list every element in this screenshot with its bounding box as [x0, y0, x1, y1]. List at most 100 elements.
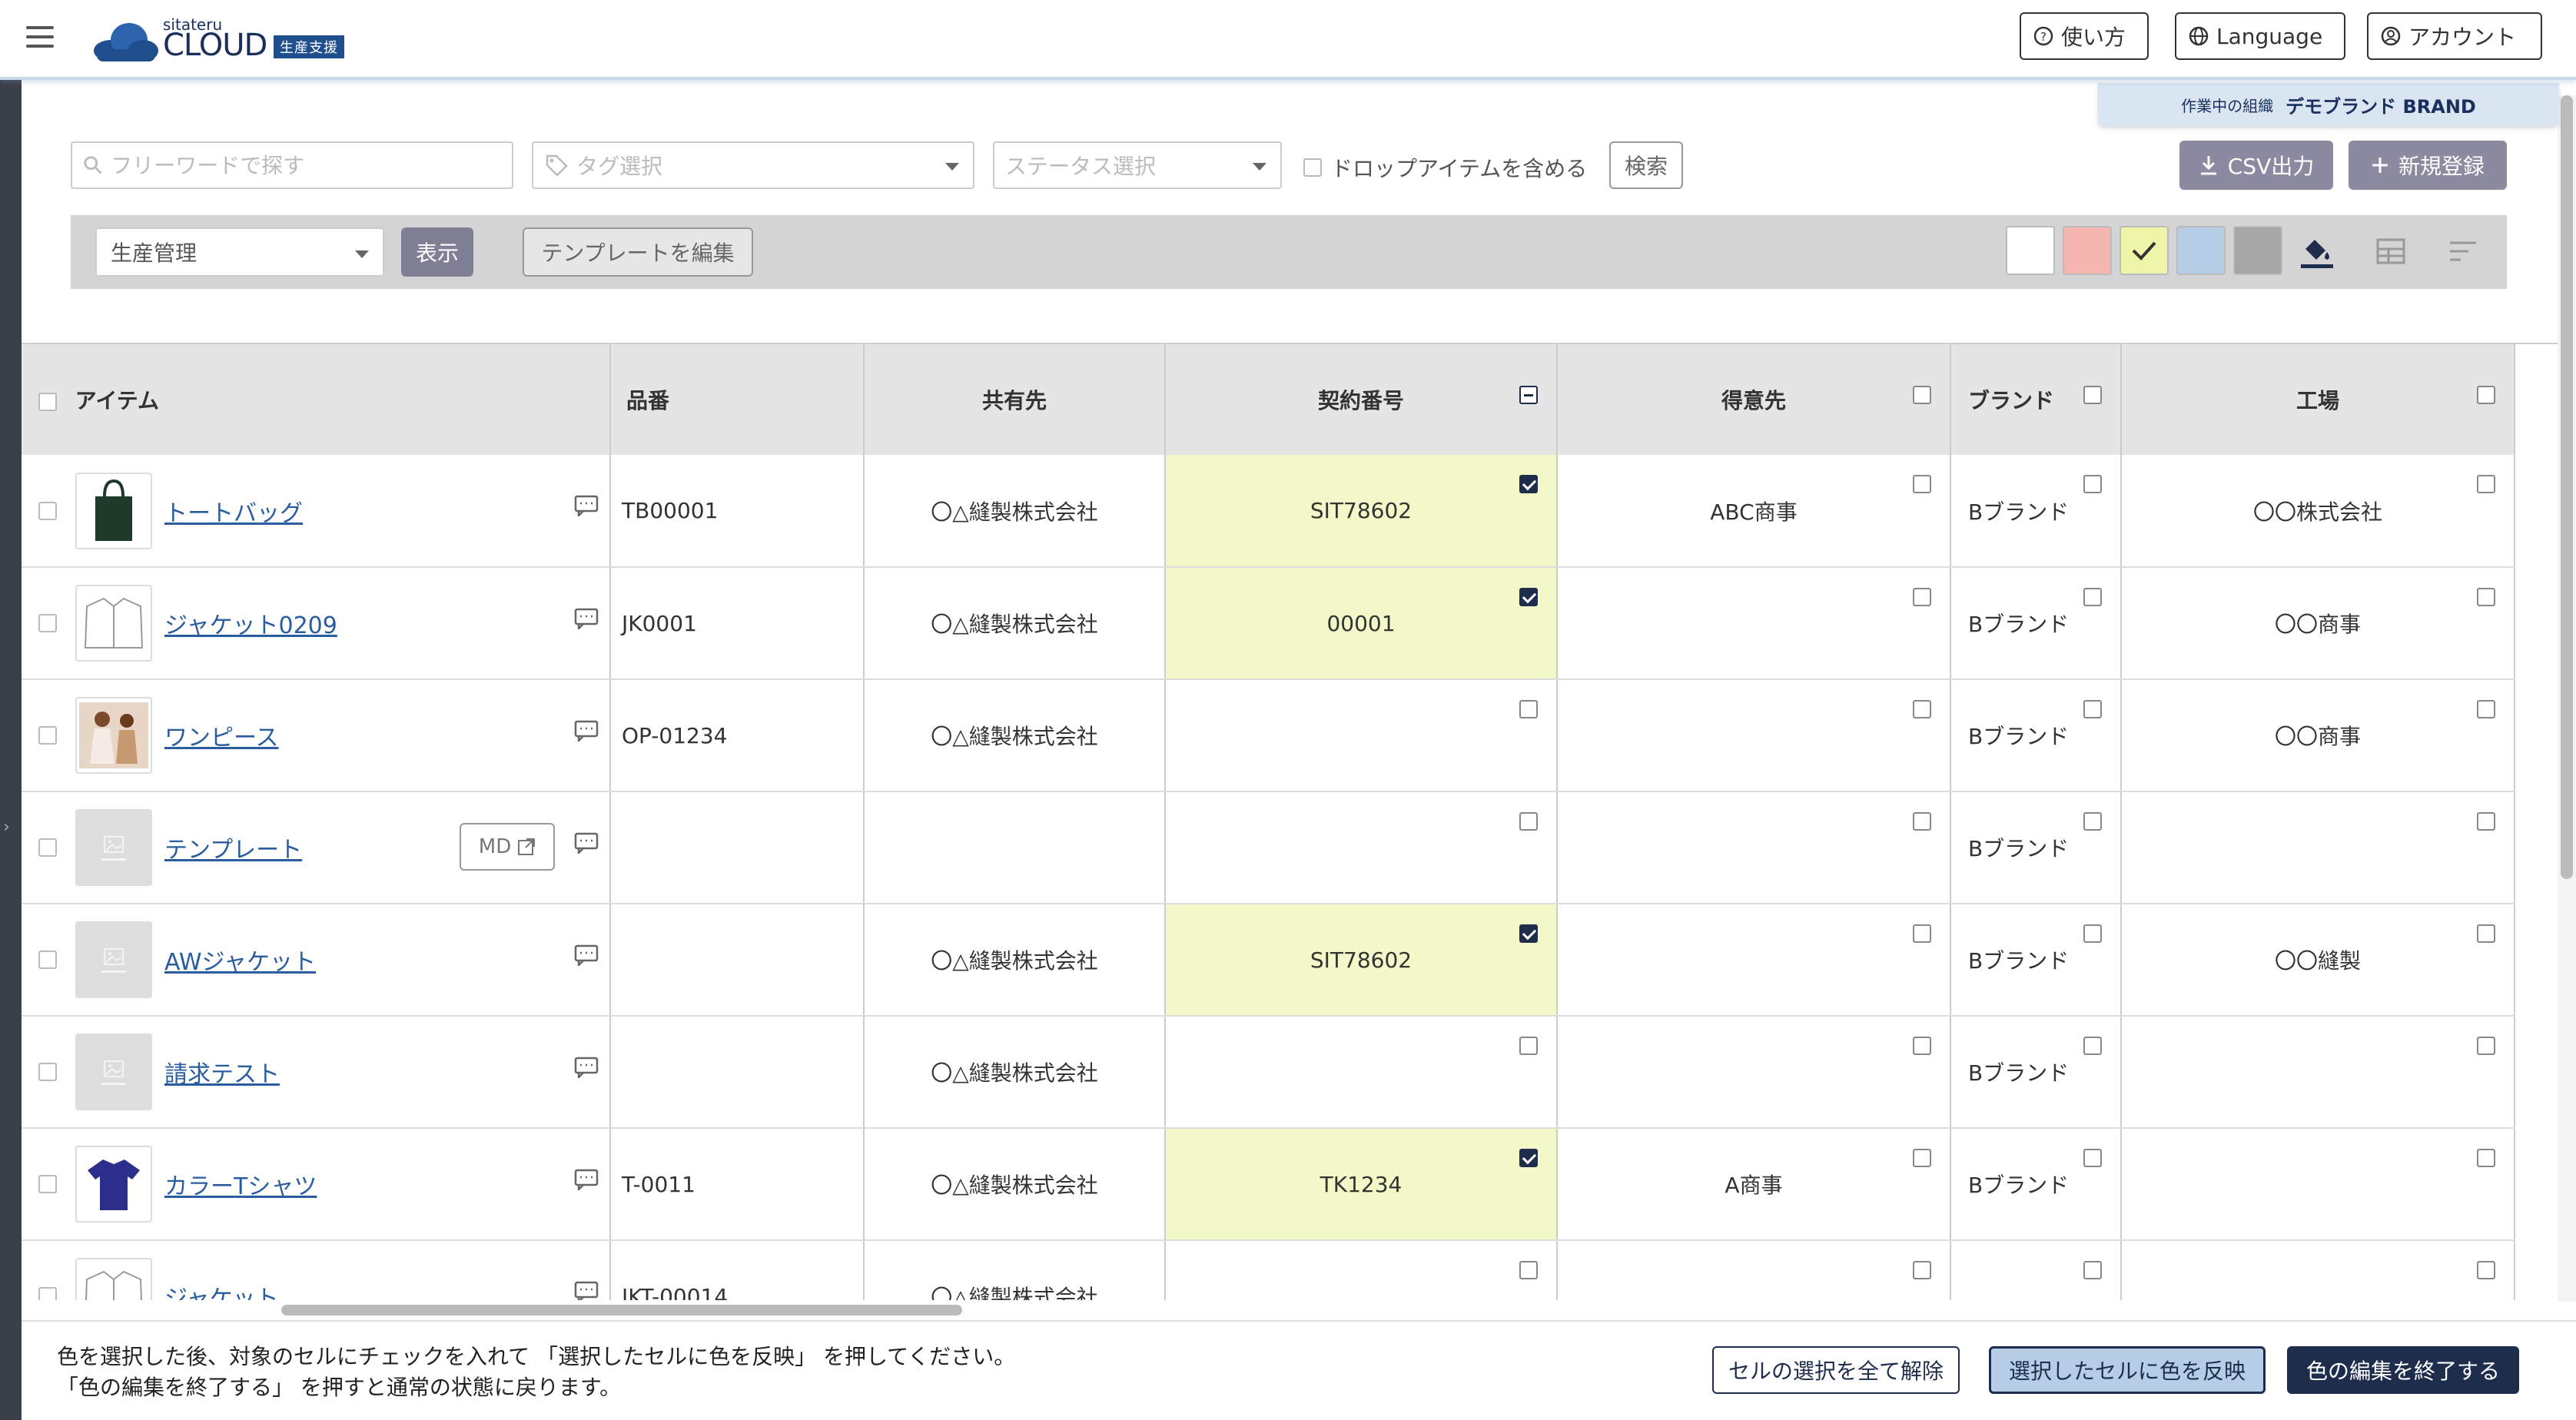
customer-cell[interactable]: ABC商事 — [1557, 455, 1951, 568]
row-select-checkbox[interactable] — [38, 614, 57, 632]
cell-select-checkbox[interactable] — [1913, 1149, 1931, 1167]
chevron-right-icon[interactable]: › — [3, 818, 10, 837]
cell-select-checkbox[interactable] — [1519, 700, 1538, 718]
item-thumbnail[interactable] — [75, 472, 152, 549]
factory-cell[interactable] — [2121, 1016, 2515, 1129]
contract-cell[interactable]: SIT78602 — [1165, 904, 1558, 1017]
customer-cell[interactable]: A商事 — [1557, 1128, 1951, 1241]
cell-select-checkbox[interactable] — [1913, 475, 1931, 493]
factory-cell[interactable]: 〇〇商事 — [2121, 567, 2515, 680]
view-select[interactable]: 生産管理 — [95, 227, 384, 277]
cell-select-checkbox[interactable] — [1519, 475, 1538, 493]
cell-select-checkbox[interactable] — [2083, 588, 2102, 606]
cell-select-checkbox[interactable] — [2477, 924, 2495, 943]
edit-template-button[interactable]: テンプレートを編集 — [523, 227, 753, 277]
cell-select-checkbox[interactable] — [1913, 1261, 1931, 1279]
share-cell[interactable]: 〇△縫製株式会社 — [864, 1016, 1166, 1129]
row-select-checkbox[interactable] — [38, 1287, 57, 1300]
cell-select-checkbox[interactable] — [2477, 812, 2495, 831]
item-link[interactable]: トートバッグ — [164, 494, 303, 528]
item-thumbnail[interactable] — [75, 809, 152, 886]
contract-cell[interactable]: 00001 — [1165, 567, 1558, 680]
brand-cell[interactable]: Bブランド — [1950, 567, 2122, 680]
cell-select-checkbox[interactable] — [2083, 812, 2102, 831]
item-link[interactable]: カラーTシャツ — [164, 1167, 317, 1201]
include-drop-items-checkbox[interactable] — [1303, 158, 1322, 177]
sku-cell[interactable]: JK0001 — [610, 567, 865, 680]
color-swatch-blue[interactable] — [2176, 226, 2226, 275]
brand-cell[interactable]: Bブランド — [1950, 1128, 2122, 1241]
brand-cell[interactable] — [1950, 1240, 2122, 1300]
color-swatch-yellow[interactable] — [2120, 226, 2169, 275]
comment-icon[interactable] — [574, 1057, 599, 1078]
csv-export-button[interactable]: CSV出力 — [2179, 141, 2333, 190]
comment-icon[interactable] — [574, 1281, 599, 1300]
factory-cell[interactable]: 〇〇商事 — [2121, 679, 2515, 792]
column-select-checkbox[interactable] — [1519, 386, 1538, 404]
customer-cell[interactable] — [1557, 1240, 1951, 1300]
brand-cell[interactable]: Bブランド — [1950, 679, 2122, 792]
cell-select-checkbox[interactable] — [2477, 1149, 2495, 1167]
column-header-brand[interactable]: ブランド — [1950, 344, 2122, 455]
factory-cell[interactable]: 〇〇縫製 — [2121, 904, 2515, 1017]
freeword-search-input[interactable] — [111, 152, 501, 178]
column-header-share[interactable]: 共有先 — [864, 344, 1166, 455]
cell-select-checkbox[interactable] — [2083, 924, 2102, 943]
cell-select-checkbox[interactable] — [1913, 1037, 1931, 1055]
cell-select-checkbox[interactable] — [2083, 1037, 2102, 1055]
item-link[interactable]: 請求テスト — [164, 1055, 280, 1089]
item-thumbnail[interactable] — [75, 1033, 152, 1110]
customer-cell[interactable] — [1557, 791, 1951, 904]
column-select-checkbox[interactable] — [2083, 386, 2102, 404]
item-link[interactable]: ジャケット0209 — [164, 606, 337, 640]
clear-selection-button[interactable]: セルの選択を全て解除 — [1712, 1346, 1960, 1394]
column-header-contract[interactable]: 契約番号 — [1165, 344, 1558, 455]
item-thumbnail[interactable] — [75, 921, 152, 998]
language-button[interactable]: Language — [2175, 12, 2345, 60]
share-cell[interactable]: 〇△縫製株式会社 — [864, 567, 1166, 680]
sku-cell[interactable]: T-0011 — [610, 1128, 865, 1241]
cell-select-checkbox[interactable] — [1913, 588, 1931, 606]
app-logo[interactable]: sitateru CLOUD 生産支援 — [92, 12, 354, 66]
comment-icon[interactable] — [574, 495, 599, 516]
customer-cell[interactable] — [1557, 1016, 1951, 1129]
item-link[interactable]: ワンピース — [164, 718, 279, 752]
share-cell[interactable]: 〇△縫製株式会社 — [864, 904, 1166, 1017]
cell-select-checkbox[interactable] — [2083, 475, 2102, 493]
cell-select-checkbox[interactable] — [2477, 1261, 2495, 1279]
brand-cell[interactable]: Bブランド — [1950, 904, 2122, 1017]
cell-select-checkbox[interactable] — [2083, 700, 2102, 718]
sku-cell[interactable]: TB00001 — [610, 455, 865, 568]
row-select-checkbox[interactable] — [38, 501, 57, 520]
customer-cell[interactable] — [1557, 679, 1951, 792]
comment-icon[interactable] — [574, 720, 599, 742]
contract-cell[interactable] — [1165, 791, 1558, 904]
cell-select-checkbox[interactable] — [1519, 812, 1538, 831]
cell-select-checkbox[interactable] — [1519, 1261, 1538, 1279]
contract-cell[interactable] — [1165, 679, 1558, 792]
freeword-search-field[interactable] — [71, 141, 513, 189]
share-cell[interactable]: 〇△縫製株式会社 — [864, 679, 1166, 792]
paint-bucket-icon[interactable] — [2298, 232, 2336, 270]
sku-cell[interactable] — [610, 791, 865, 904]
cell-select-checkbox[interactable] — [1913, 700, 1931, 718]
account-button[interactable]: アカウント — [2367, 12, 2542, 60]
brand-cell[interactable]: Bブランド — [1950, 1016, 2122, 1129]
item-link[interactable]: ジャケット — [164, 1279, 279, 1300]
cell-select-checkbox[interactable] — [2477, 700, 2495, 718]
column-header-customer[interactable]: 得意先 — [1557, 344, 1951, 455]
row-select-checkbox[interactable] — [38, 1175, 57, 1193]
color-swatch-pink[interactable] — [2063, 226, 2112, 275]
column-select-checkbox[interactable] — [1913, 386, 1931, 404]
contract-cell[interactable]: SIT78602 — [1165, 455, 1558, 568]
share-cell[interactable]: 〇△縫製株式会社 — [864, 455, 1166, 568]
apply-color-button[interactable]: 選択したセルに色を反映 — [1989, 1346, 2266, 1394]
md-open-button[interactable]: MD — [460, 823, 555, 871]
contract-cell[interactable] — [1165, 1016, 1558, 1129]
vertical-scrollbar[interactable] — [2561, 95, 2573, 879]
cell-select-checkbox[interactable] — [2477, 1037, 2495, 1055]
status-select[interactable]: ステータス選択 — [993, 141, 1282, 189]
side-panel-strip[interactable]: › — [0, 80, 22, 1420]
item-link[interactable]: AWジャケット — [164, 943, 316, 977]
row-select-checkbox[interactable] — [38, 726, 57, 745]
